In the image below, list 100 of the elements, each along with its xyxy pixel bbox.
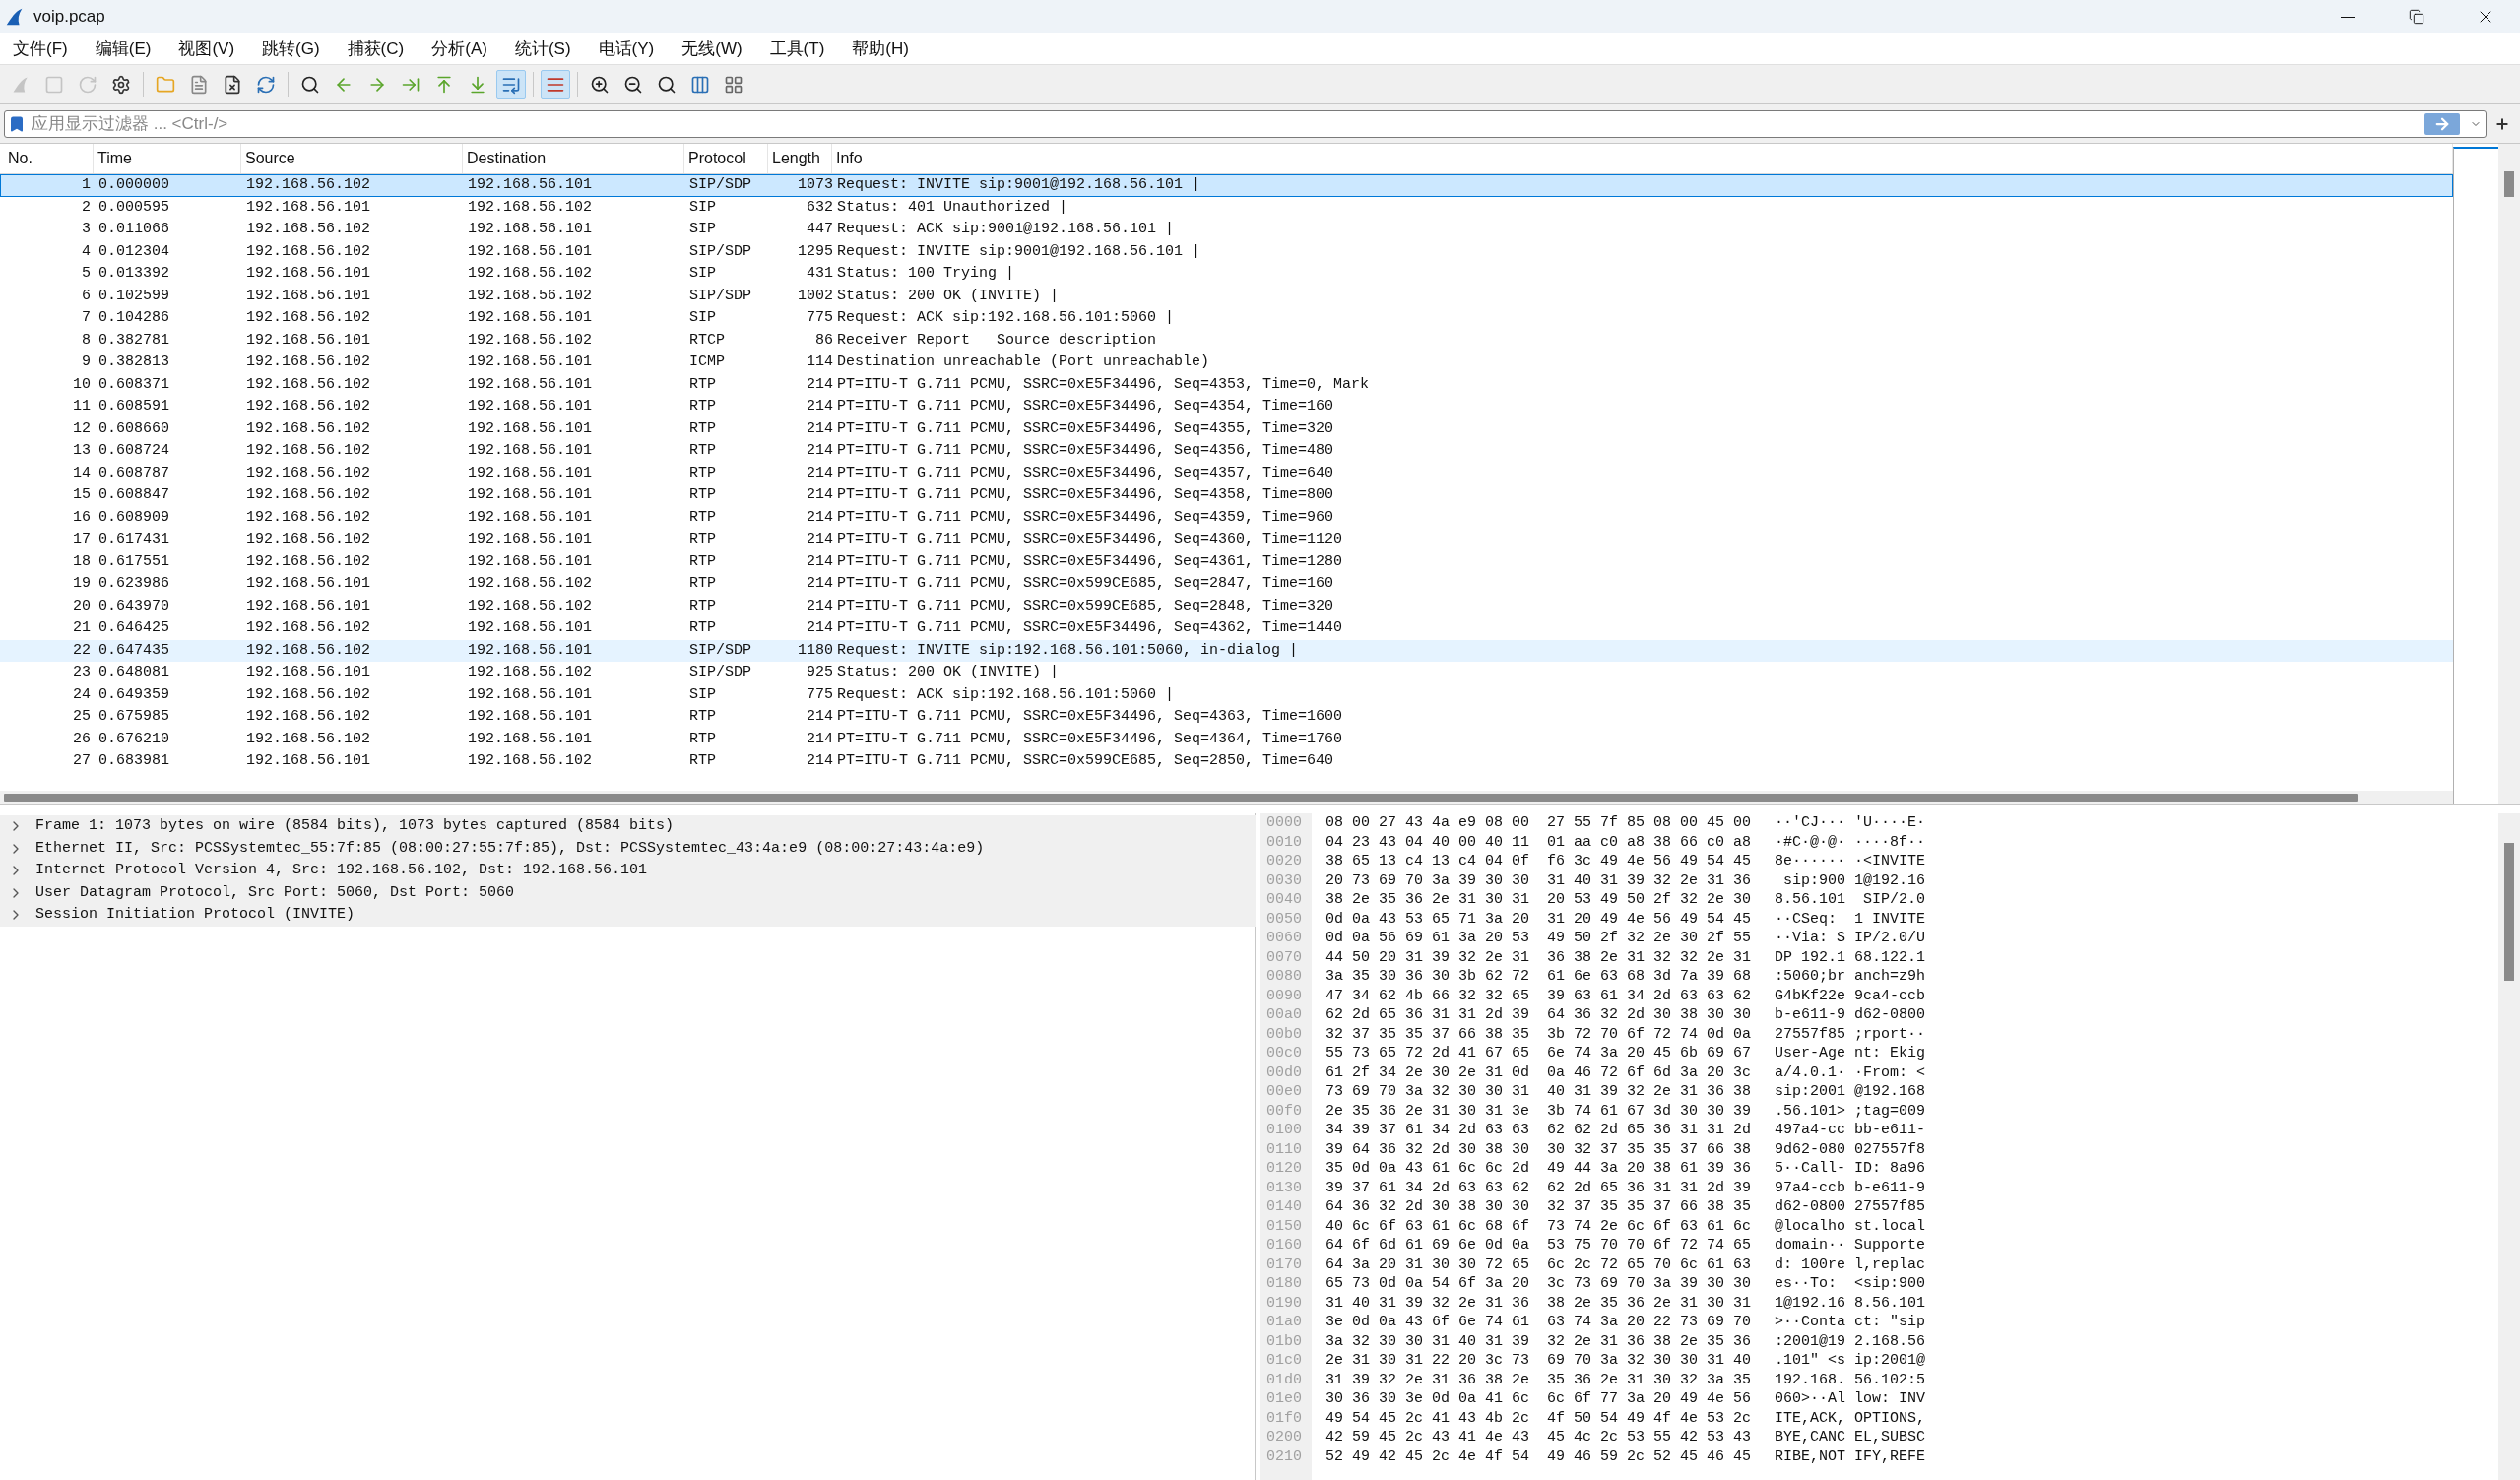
byte-offset: 00c0 [1266, 1044, 1303, 1063]
table-cell-text: 192.168.56.102 [467, 751, 594, 771]
table-cell-text: RTP [688, 441, 717, 461]
packet-row[interactable]: 26 0.676210 192.168.56.102 192.168.56.101 RTP 214 PT=ITU-T G.711 PCMU, SSRC=0xE5F34496, Seq=4364, Time=1760 [0, 728, 2453, 750]
byte-offset: 0160 [1266, 1236, 1303, 1255]
scrollbar-thumb[interactable] [4, 794, 2358, 802]
packet-row[interactable]: 25 0.675985 192.168.56.102 192.168.56.101 RTP 214 PT=ITU-T G.711 PCMU, SSRC=0xE5F34496, Seq=4363, Time=1600 [0, 706, 2453, 729]
table-cell-text: 26 [72, 729, 92, 749]
packet-row[interactable]: 15 0.608847 192.168.56.102 192.168.56.101 RTP 214 PT=ITU-T G.711 PCMU, SSRC=0xE5F34496, Seq=4358, Time=800 [0, 484, 2453, 507]
table-cell-text: 192.168.56.101 [467, 530, 594, 549]
column-header[interactable]: Length [768, 144, 832, 173]
table-cell-text: 192.168.56.102 [245, 175, 372, 195]
packet-row[interactable]: 5 0.013392 192.168.56.101 192.168.56.102 SIP 431 Status: 100 Trying | [0, 263, 2453, 286]
packet-row[interactable]: 12 0.608660 192.168.56.102 192.168.56.101 RTP 214 PT=ITU-T G.711 PCMU, SSRC=0xE5F34496, Seq=4355, Time=320 [0, 418, 2453, 440]
table-cell-text: PT=ITU-T G.711 PCMU, SSRC=0xE5F34496, Seq=4355, Time=320 [836, 418, 1335, 439]
hex-bytes: 42 59 45 2c 43 41 4e 43 45 4c 2c 53 55 42 53 43 [1325, 1428, 1753, 1448]
table-cell-text: PT=ITU-T G.711 PCMU, SSRC=0xE5F34496, Seq=4361, Time=1280 [836, 551, 1344, 572]
table-cell-text: 214 [806, 418, 833, 439]
ascii-bytes: sip:900 1@192.16 [1782, 870, 1927, 890]
apply-filter-button[interactable] [2424, 112, 2460, 135]
packet-row[interactable]: 23 0.648081 192.168.56.101 192.168.56.102 SIP/SDP 925 Status: 200 OK (INVITE) | [0, 662, 2453, 684]
scrollbar-thumb[interactable] [2504, 843, 2514, 981]
packet-row[interactable]: 20 0.643970 192.168.56.101 192.168.56.102 RTP 214 PT=ITU-T G.711 PCMU, SSRC=0x599CE685, Seq=2848, Time=320 [0, 595, 2453, 617]
table-cell-text: 0.608660 [97, 418, 170, 439]
packet-row[interactable]: 14 0.608787 192.168.56.102 192.168.56.101 RTP 214 PT=ITU-T G.711 PCMU, SSRC=0xE5F34496, Seq=4357, Time=640 [0, 462, 2453, 484]
packet-row[interactable]: 27 0.683981 192.168.56.101 192.168.56.102 RTP 214 PT=ITU-T G.711 PCMU, SSRC=0x599CE685, Seq=2850, Time=640 [0, 750, 2453, 773]
packet-row[interactable]: 7 0.104286 192.168.56.102 192.168.56.101 SIP 775 Request: ACK sip:192.168.56.101:5060 | [0, 307, 2453, 330]
packet-row[interactable]: 3 0.011066 192.168.56.102 192.168.56.101 SIP 447 Request: ACK sip:9001@192.168.56.101 | [0, 219, 2453, 241]
table-cell-text: 0.646425 [97, 618, 170, 638]
ascii-bytes: ··Via: S IP/2.0/U [1775, 929, 1927, 948]
packet-row[interactable]: 18 0.617551 192.168.56.102 192.168.56.101 RTP 214 PT=ITU-T G.711 PCMU, SSRC=0xE5F34496, Seq=4361, Time=1280 [0, 550, 2453, 573]
packet-row[interactable]: 2 0.000595 192.168.56.101 192.168.56.102 SIP 632 Status: 401 Unauthorized | [0, 196, 2453, 219]
column-header[interactable]: Source [241, 144, 463, 173]
menu-item[interactable]: 统计(S) [507, 35, 578, 62]
table-cell-text: 11 [72, 397, 92, 417]
tree-item[interactable]: Session Initiation Protocol (INVITE) [0, 904, 1256, 927]
menu-item[interactable]: 分析(A) [424, 35, 494, 62]
menu-item[interactable]: 视图(V) [171, 35, 242, 62]
menu-item[interactable]: 工具(T) [762, 35, 832, 62]
menu-item[interactable]: 捕获(C) [340, 35, 412, 62]
close-file-icon [223, 74, 242, 95]
file-icon [189, 74, 209, 95]
packet-row[interactable]: 8 0.382781 192.168.56.101 192.168.56.102 RTCP 86 Receiver Report Source description [0, 329, 2453, 352]
ascii-bytes: G4bKf22e 9ca4-ccb [1775, 986, 1927, 1005]
packet-row[interactable]: 6 0.102599 192.168.56.101 192.168.56.102 SIP/SDP 1002 Status: 200 OK (INVITE) | [0, 285, 2453, 307]
menu-item[interactable]: 跳转(G) [255, 35, 327, 62]
table-cell-text: 1295 [797, 241, 833, 262]
column-header[interactable]: Time [94, 144, 241, 173]
tree-item[interactable]: Internet Protocol Version 4, Src: 192.168.56.102, Dst: 192.168.56.101 [0, 860, 1256, 882]
tree-item[interactable]: Frame 1: 1073 bytes on wire (8584 bits), 1073 bytes captured (8584 bits) [0, 815, 1256, 838]
column-header[interactable]: Destination [463, 144, 684, 173]
menu-item[interactable]: 帮助(H) [845, 35, 916, 62]
packet-row[interactable]: 10 0.608371 192.168.56.102 192.168.56.101 RTP 214 PT=ITU-T G.711 PCMU, SSRC=0xE5F34496, Seq=4353, Time=0, Mark [0, 373, 2453, 396]
vertical-scrollbar[interactable] [2498, 813, 2520, 1480]
table-cell-text: 192.168.56.102 [245, 551, 372, 572]
packet-row[interactable]: 17 0.617431 192.168.56.102 192.168.56.101 RTP 214 PT=ITU-T G.711 PCMU, SSRC=0xE5F34496, Seq=4360, Time=1120 [0, 529, 2453, 551]
vertical-scrollbar[interactable] [2498, 144, 2520, 804]
hex-bytes: 2e 35 36 2e 31 30 31 3e 3b 74 61 67 3d 30 30 39 [1325, 1101, 1753, 1121]
byte-offset: 00a0 [1266, 1005, 1303, 1025]
column-header[interactable]: No. [0, 144, 94, 173]
packet-row[interactable]: 4 0.012304 192.168.56.102 192.168.56.101 SIP/SDP 1295 Request: INVITE sip:9001@192.168.56.101 | [0, 240, 2453, 263]
packet-row[interactable]: 22 0.647435 192.168.56.102 192.168.56.101 SIP/SDP 1180 Request: INVITE sip:192.168.56.101:5060, in-dialog | [0, 639, 2453, 662]
table-cell-text: 192.168.56.101 [245, 596, 372, 616]
table-cell-text: 192.168.56.102 [467, 264, 594, 284]
packet-row[interactable]: 24 0.649359 192.168.56.102 192.168.56.101 SIP 775 Request: ACK sip:192.168.56.101:5060 | [0, 683, 2453, 706]
menu-item[interactable]: 文件(F) [6, 35, 75, 62]
table-cell-text: RTP [688, 374, 717, 395]
table-cell-text: 192.168.56.102 [245, 397, 372, 417]
table-cell-text: 192.168.56.102 [245, 485, 372, 505]
table-cell-text: SIP [688, 264, 717, 284]
packet-row[interactable]: 11 0.608591 192.168.56.102 192.168.56.101 RTP 214 PT=ITU-T G.711 PCMU, SSRC=0xE5F34496, Seq=4354, Time=160 [0, 396, 2453, 418]
horizontal-scrollbar[interactable] [0, 791, 2453, 804]
menu-item[interactable]: 编辑(E) [88, 35, 159, 62]
table-cell-text: 192.168.56.102 [245, 684, 372, 705]
packet-row[interactable]: 13 0.608724 192.168.56.102 192.168.56.101 RTP 214 PT=ITU-T G.711 PCMU, SSRC=0xE5F34496, Seq=4356, Time=480 [0, 440, 2453, 463]
table-cell-text: RTP [688, 618, 717, 638]
table-cell-text: PT=ITU-T G.711 PCMU, SSRC=0xE5F34496, Seq=4364, Time=1760 [836, 729, 1344, 749]
packet-row[interactable]: 21 0.646425 192.168.56.102 192.168.56.101 RTP 214 PT=ITU-T G.711 PCMU, SSRC=0xE5F34496, Seq=4362, Time=1440 [0, 617, 2453, 640]
menu-item[interactable]: 电话(Y) [591, 35, 662, 62]
restore-icon [2409, 9, 2424, 25]
byte-offset: 01b0 [1266, 1331, 1303, 1351]
table-cell-text: 192.168.56.102 [245, 418, 372, 439]
table-cell-text: PT=ITU-T G.711 PCMU, SSRC=0xE5F34496, Seq=4354, Time=160 [836, 397, 1335, 417]
zoom-out-icon [623, 74, 643, 95]
scrollbar-thumb[interactable] [2504, 171, 2514, 197]
packet-row[interactable]: 19 0.623986 192.168.56.101 192.168.56.102 RTP 214 PT=ITU-T G.711 PCMU, SSRC=0x599CE685, Seq=2847, Time=160 [0, 573, 2453, 596]
table-cell-text: 12 [72, 418, 92, 439]
packet-row[interactable]: 16 0.608909 192.168.56.102 192.168.56.101 RTP 214 PT=ITU-T G.711 PCMU, SSRC=0xE5F34496, Seq=4359, Time=960 [0, 506, 2453, 529]
packet-row[interactable]: 9 0.382813 192.168.56.102 192.168.56.101 ICMP 114 Destination unreachable (Port unreachable) [0, 352, 2453, 374]
menu-item[interactable]: 无线(W) [675, 35, 749, 62]
table-cell-text: 192.168.56.101 [467, 241, 594, 262]
tree-item[interactable]: User Datagram Protocol, Src Port: 5060, Dst Port: 5060 [0, 881, 1256, 904]
packet-row[interactable]: 1 0.000000 192.168.56.102 192.168.56.101 SIP/SDP 1073 Request: INVITE sip:9001@192.168.56.101 | [0, 174, 2453, 197]
tree-item[interactable]: Ethernet II, Src: PCSSystemtec_55:7f:85 (08:00:27:55:7f:85), Dst: PCSSystemtec_43:4a:e9 (08:00:27:43:4a:e9) [0, 837, 1256, 860]
column-header[interactable]: Protocol [684, 144, 768, 173]
table-cell-text: 192.168.56.102 [245, 707, 372, 727]
ascii-bytes: :5060;br anch=z9h [1775, 967, 1927, 987]
ascii-bytes: 497a4-cc bb-e611- [1775, 1121, 1927, 1140]
table-cell-text: 192.168.56.101 [467, 507, 594, 528]
table-cell-text: 0.608787 [97, 463, 170, 483]
